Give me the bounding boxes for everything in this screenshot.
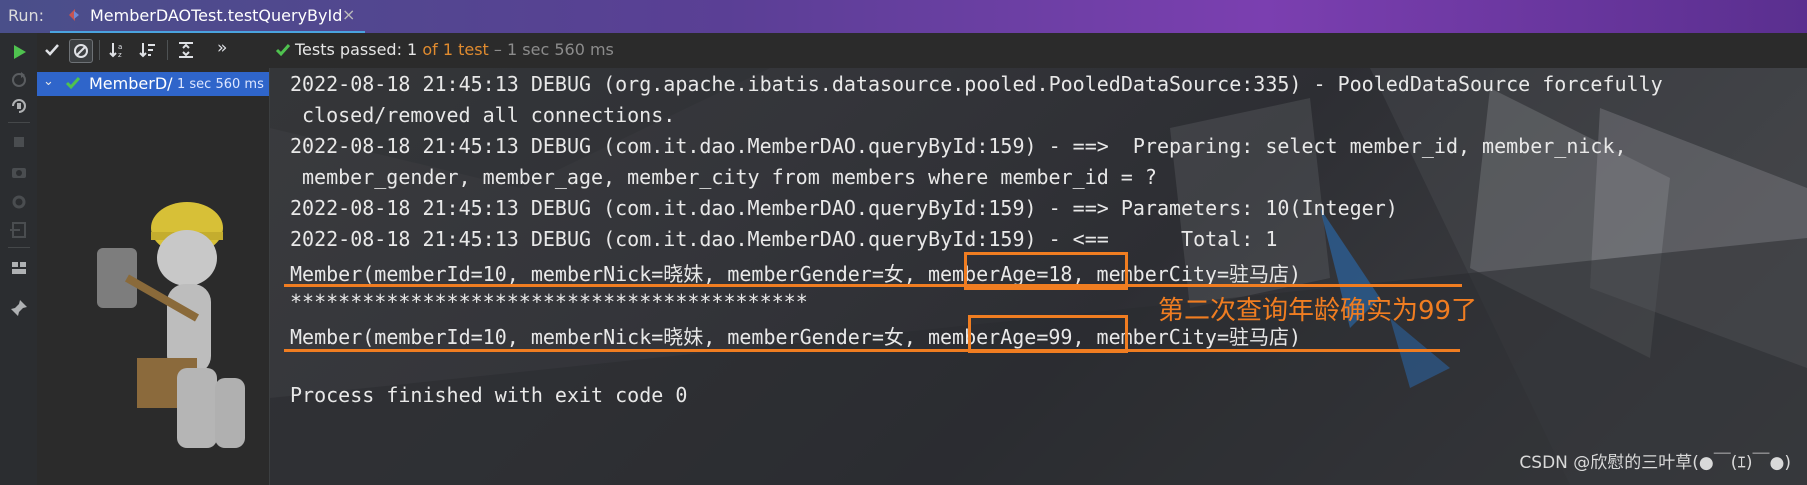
camera-icon[interactable]	[8, 161, 30, 183]
status-total: of 1 test	[422, 40, 489, 59]
sort-alphabetically-icon[interactable]: az	[107, 39, 129, 61]
run-tab-title: MemberDAOTest.testQueryById	[90, 6, 343, 25]
toggle-auto-test-icon[interactable]	[8, 95, 30, 117]
run-icon[interactable]	[8, 41, 30, 63]
console-line-result: Member(memberId=10, memberNick=晓妹, membe…	[290, 325, 1302, 349]
test-toolbar: az » Tests passed: 1 of 1 test – 1 sec 5…	[37, 33, 1807, 69]
pin-icon[interactable]	[8, 297, 30, 319]
test-duration: 1 sec 560 ms	[175, 77, 264, 92]
toolbar-divider	[99, 40, 100, 60]
test-passed-icon	[65, 77, 81, 90]
close-icon[interactable]: ×	[342, 5, 355, 24]
export-icon[interactable]	[8, 219, 30, 241]
test-status: Tests passed: 1 of 1 test – 1 sec 560 ms	[295, 40, 614, 59]
test-class-name: MemberD/	[89, 74, 173, 93]
run-tool-window-header: Run: MemberDAOTest.testQueryById ×	[0, 0, 1807, 34]
stop-icon[interactable]	[8, 131, 30, 153]
show-ignored-icon[interactable]	[69, 39, 93, 63]
console-exit-line: Process finished with exit code 0	[290, 383, 688, 407]
layout-icon[interactable]	[8, 257, 30, 279]
console-separator-line: ****************************************…	[290, 290, 808, 314]
sort-by-duration-icon[interactable]	[137, 39, 159, 61]
test-run-config-icon	[69, 9, 79, 21]
annotation-text: 第二次查询年龄确实为99了	[1158, 296, 1478, 326]
rerun-failed-icon[interactable]	[8, 69, 30, 91]
test-tree-panel: ⌄ MemberD/ 1 sec 560 ms	[37, 68, 270, 485]
console-line-result: Member(memberId=10, memberNick=晓妹, membe…	[290, 262, 1302, 286]
status-duration: – 1 sec 560 ms	[493, 40, 614, 59]
console-line: closed/removed all connections.	[302, 103, 676, 127]
settings-icon[interactable]	[8, 191, 30, 213]
console-line: 2022-08-18 21:45:13 DEBUG (com.it.dao.Me…	[290, 196, 1398, 220]
run-sidebar	[0, 33, 38, 485]
csdn-watermark: CSDN @欣慰的三叶草(●￣(ｴ)￣●)	[1519, 453, 1791, 473]
expand-all-icon[interactable]	[175, 39, 197, 61]
svg-text:z: z	[118, 51, 122, 59]
svg-text:a: a	[118, 43, 122, 51]
status-passed-label: Tests passed:	[295, 40, 402, 59]
console-line: 2022-08-18 21:45:13 DEBUG (com.it.dao.Me…	[290, 227, 1278, 251]
background-character-illustration	[97, 202, 245, 448]
show-passed-icon[interactable]	[41, 39, 63, 61]
run-tab[interactable]: MemberDAOTest.testQueryById ×	[50, 0, 365, 34]
console-line: member_gender, member_age, member_city f…	[302, 165, 1157, 189]
sidebar-divider	[8, 247, 30, 248]
highlight-underline	[284, 349, 1460, 352]
highlight-box-age-99	[968, 315, 1128, 353]
check-icon	[275, 44, 291, 57]
console-output[interactable]: 2022-08-18 21:45:13 DEBUG (org.apache.ib…	[270, 68, 1807, 485]
status-passed-count: 1	[407, 40, 418, 59]
more-icon[interactable]: »	[217, 38, 227, 58]
test-tree-item[interactable]: ⌄ MemberD/ 1 sec 560 ms	[37, 72, 269, 96]
run-label: Run:	[8, 6, 45, 25]
toolbar-divider	[167, 40, 168, 60]
chevron-down-icon[interactable]: ⌄	[43, 74, 54, 89]
console-line: 2022-08-18 21:45:13 DEBUG (org.apache.ib…	[290, 72, 1663, 96]
highlight-underline	[284, 284, 1462, 287]
console-line: 2022-08-18 21:45:13 DEBUG (com.it.dao.Me…	[290, 134, 1627, 158]
sidebar-divider	[8, 122, 30, 123]
